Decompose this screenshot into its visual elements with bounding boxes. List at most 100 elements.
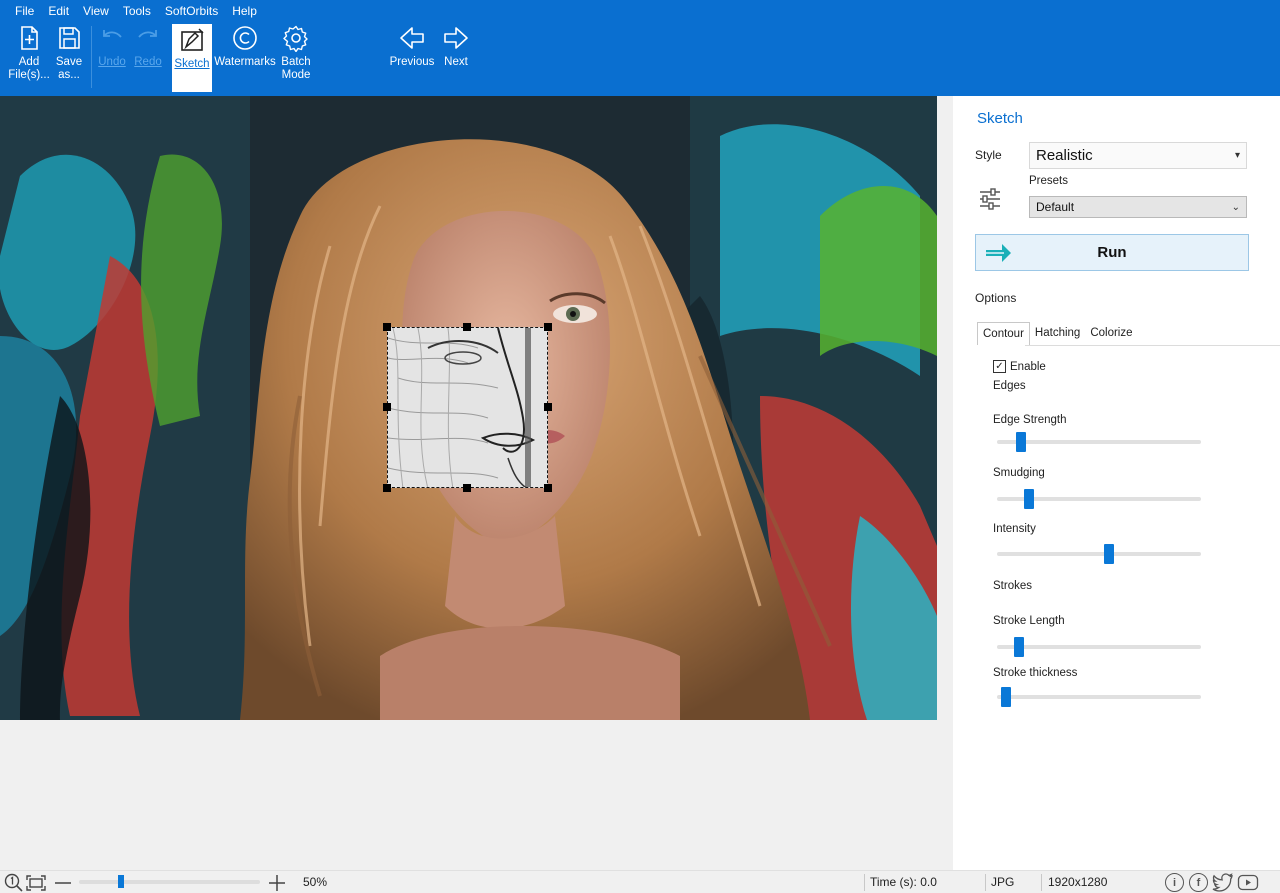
- status-divider: [985, 874, 986, 891]
- resize-handle[interactable]: [383, 484, 391, 492]
- status-bar: 50% Time (s): 0.0 JPG 1920x1280 i f: [0, 870, 1280, 893]
- image-format: JPG: [991, 875, 1015, 889]
- undo-icon: [103, 30, 122, 38]
- presets-select-value: Default: [1036, 200, 1075, 214]
- zoom-actual-icon[interactable]: [4, 873, 24, 893]
- stroke-length-slider[interactable]: [997, 637, 1201, 657]
- redo-button[interactable]: Redo: [132, 24, 164, 69]
- photo-preview[interactable]: [0, 96, 937, 720]
- sliders-icon[interactable]: [977, 186, 1003, 215]
- menu-file[interactable]: File: [8, 3, 41, 19]
- add-files-label-1: Add: [18, 56, 40, 68]
- edge-strength-slider[interactable]: [997, 432, 1201, 452]
- image-canvas-area[interactable]: [0, 96, 953, 870]
- zoom-slider[interactable]: [79, 875, 260, 888]
- menu-tools[interactable]: Tools: [116, 3, 158, 19]
- presets-select[interactable]: Default ⌄: [1029, 196, 1247, 218]
- next-button[interactable]: Next: [440, 24, 472, 69]
- redo-icon: [138, 30, 157, 38]
- toolbar-separator: [91, 26, 92, 88]
- arrow-left-icon: [400, 27, 424, 49]
- sketch-icon: [181, 28, 204, 51]
- add-files-label-2: File(s)...: [8, 69, 50, 81]
- menu-view[interactable]: View: [76, 3, 116, 19]
- previous-button[interactable]: Previous: [388, 24, 436, 69]
- chevron-down-icon: ▾: [1234, 150, 1240, 161]
- stroke-thickness-slider[interactable]: [997, 687, 1201, 707]
- facebook-icon[interactable]: f: [1189, 873, 1208, 892]
- batch-mode-label-2: Mode: [281, 69, 311, 81]
- slider-thumb[interactable]: [1014, 637, 1024, 657]
- menu-softorbits[interactable]: SoftOrbits: [158, 3, 225, 19]
- sketch-button[interactable]: Sketch: [172, 24, 212, 92]
- menu-edit[interactable]: Edit: [41, 3, 76, 19]
- presets-label: Presets: [1029, 175, 1068, 187]
- check-icon: ✓: [993, 360, 1006, 373]
- zoom-level: 50%: [303, 875, 328, 889]
- ribbon-toolbar: File Edit View Tools SoftOrbits Help Add…: [0, 0, 1280, 96]
- tab-contour[interactable]: Contour: [977, 322, 1030, 345]
- resize-handle[interactable]: [463, 323, 471, 331]
- tab-hatching[interactable]: Hatching: [1030, 322, 1085, 345]
- resize-handle[interactable]: [463, 484, 471, 492]
- zoom-out-icon[interactable]: [54, 874, 72, 893]
- batch-mode-button[interactable]: Batch Mode: [278, 24, 314, 82]
- save-as-label-1: Save: [55, 56, 83, 68]
- info-icon[interactable]: i: [1165, 873, 1184, 892]
- zoom-in-icon[interactable]: [268, 874, 286, 893]
- stroke-length-label: Stroke Length: [993, 615, 1065, 627]
- slider-thumb[interactable]: [1104, 544, 1114, 564]
- panel-title: Sketch: [977, 110, 1023, 127]
- save-as-button[interactable]: Save as...: [52, 24, 86, 82]
- redo-label: Redo: [134, 56, 162, 68]
- style-select[interactable]: Realistic ▾: [1029, 142, 1247, 169]
- intensity-slider[interactable]: [997, 544, 1201, 564]
- sketch-preview-image: [388, 328, 547, 487]
- menu-help[interactable]: Help: [225, 3, 264, 19]
- resize-handle[interactable]: [383, 403, 391, 411]
- menu-bar: File Edit View Tools SoftOrbits Help: [8, 3, 264, 19]
- chevron-down-icon: ⌄: [1231, 201, 1240, 213]
- enable-label: Enable: [1010, 360, 1046, 373]
- resize-handle[interactable]: [383, 323, 391, 331]
- watermarks-button[interactable]: Watermarks: [214, 24, 276, 69]
- run-button[interactable]: Run: [975, 234, 1249, 271]
- slider-thumb[interactable]: [1024, 489, 1034, 509]
- add-files-button[interactable]: Add File(s)...: [8, 24, 50, 82]
- sketch-settings-panel: Sketch Style Realistic ▾ Presets Default…: [953, 96, 1280, 870]
- enable-checkbox[interactable]: ✓ Enable: [993, 360, 1046, 373]
- tab-colorize[interactable]: Colorize: [1085, 322, 1137, 345]
- edges-heading: Edges: [993, 380, 1026, 392]
- resize-handle[interactable]: [544, 323, 552, 331]
- image-dimensions: 1920x1280: [1048, 875, 1108, 889]
- options-label: Options: [975, 291, 1017, 305]
- slider-thumb[interactable]: [118, 875, 124, 888]
- edge-strength-label: Edge Strength: [993, 414, 1067, 426]
- style-label: Style: [975, 148, 1002, 162]
- slider-thumb[interactable]: [1016, 432, 1026, 452]
- sketch-preview-selection[interactable]: [387, 327, 548, 488]
- resize-handle[interactable]: [544, 403, 552, 411]
- batch-mode-label-1: Batch: [281, 56, 311, 68]
- tab-divider: [1025, 345, 1280, 346]
- strokes-heading: Strokes: [993, 580, 1032, 592]
- save-as-label-2: as...: [58, 69, 80, 81]
- resize-handle[interactable]: [544, 484, 552, 492]
- run-label: Run: [1097, 244, 1127, 261]
- arrow-right-icon: [444, 27, 468, 49]
- youtube-icon[interactable]: [1237, 873, 1259, 893]
- status-divider: [1041, 874, 1042, 891]
- previous-label: Previous: [389, 56, 435, 68]
- sketch-label: Sketch: [174, 58, 210, 70]
- undo-button[interactable]: Undo: [96, 24, 128, 69]
- slider-thumb[interactable]: [1001, 687, 1011, 707]
- twitter-icon[interactable]: [1212, 873, 1234, 893]
- options-tabs: Contour Hatching Colorize: [977, 322, 1138, 345]
- processing-time: Time (s): 0.0: [870, 875, 937, 889]
- add-file-icon: [21, 26, 38, 50]
- undo-label: Undo: [98, 56, 126, 68]
- smudging-slider[interactable]: [997, 489, 1201, 509]
- save-icon: [59, 27, 80, 49]
- intensity-label: Intensity: [993, 523, 1036, 535]
- fit-to-screen-icon[interactable]: [25, 874, 47, 893]
